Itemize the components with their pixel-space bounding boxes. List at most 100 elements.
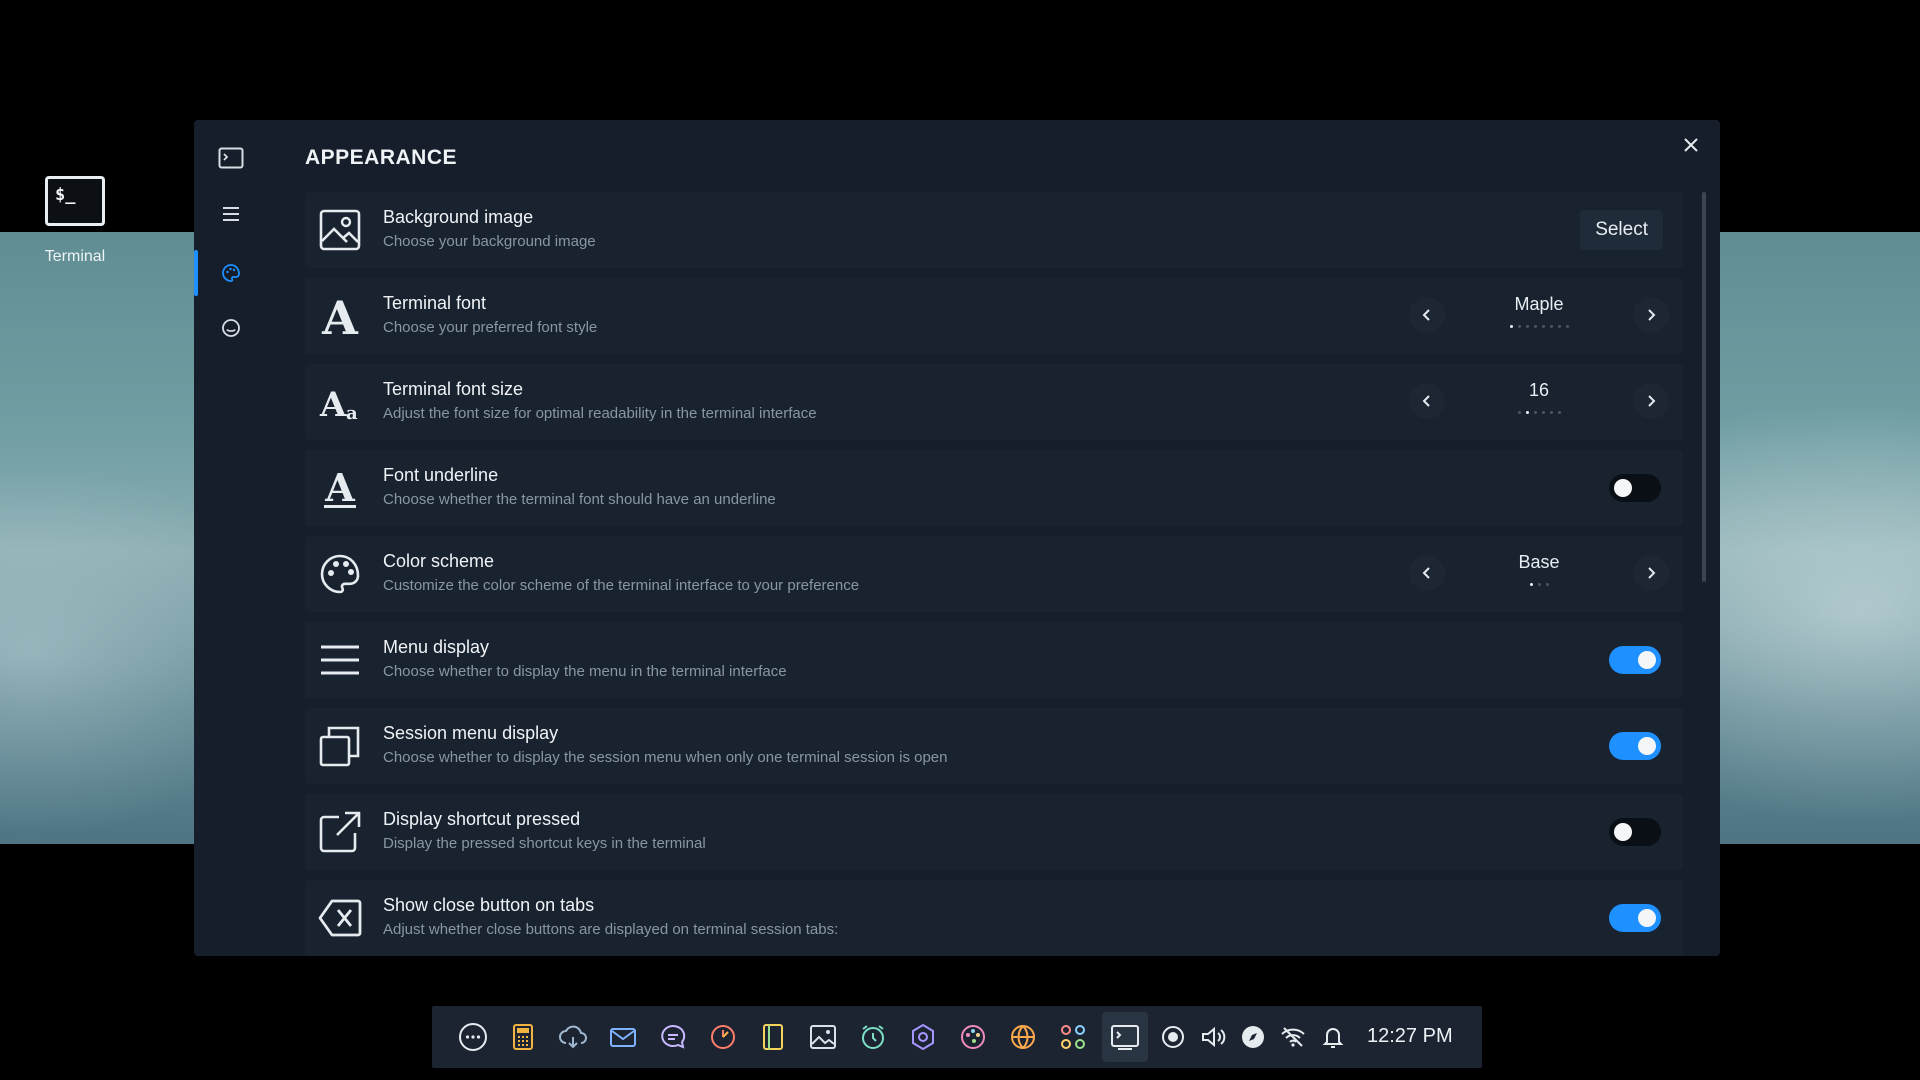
setting-title: Session menu display (383, 723, 559, 743)
setting-menu-display: Menu display Choose whether to display t… (305, 622, 1683, 698)
setting-title: Menu display (383, 637, 490, 657)
setting-terminal-font-size: Aa Terminal font size Adjust the font si… (305, 364, 1683, 440)
setting-display-shortcut: Display shortcut pressed Display the pre… (305, 794, 1683, 870)
mail-icon[interactable] (606, 1020, 640, 1054)
show-close-button-toggle[interactable] (1609, 904, 1661, 932)
calculator-icon[interactable] (506, 1020, 540, 1054)
terminal-icon: $_ (45, 176, 105, 226)
setting-title: Display shortcut pressed (383, 809, 581, 829)
bell-icon[interactable] (1316, 1020, 1350, 1054)
decrease-font-size-button[interactable] (1409, 383, 1445, 419)
font-icon: A (317, 293, 363, 339)
next-font-button[interactable] (1633, 297, 1669, 333)
setting-description: Choose whether the terminal font should … (383, 491, 776, 508)
chevron-left-icon (1422, 395, 1430, 407)
setting-session-menu-display: Session menu display Choose whether to d… (305, 708, 1683, 784)
terminal-icon[interactable] (217, 144, 245, 172)
setting-title: Show close button on tabs (383, 895, 595, 915)
alarm-icon[interactable] (856, 1020, 890, 1054)
setting-description: Adjust the font size for optimal readabi… (383, 405, 817, 422)
notes-icon[interactable] (756, 1020, 790, 1054)
setting-title: Terminal font size (383, 379, 524, 399)
setting-description: Choose whether to display the session me… (383, 749, 948, 766)
font-size-icon: Aa (317, 379, 363, 425)
volume-icon[interactable] (1196, 1020, 1230, 1054)
setting-terminal-font: A Terminal font Choose your preferred fo… (305, 278, 1683, 354)
setting-title: Terminal font (383, 293, 487, 313)
settings-hex-icon[interactable] (906, 1020, 940, 1054)
gallery-icon[interactable] (806, 1020, 840, 1054)
setting-description: Choose your background image (383, 233, 596, 250)
settings-list: Background image Choose your background … (305, 192, 1683, 956)
menu-display-toggle[interactable] (1609, 646, 1661, 674)
svg-text:A: A (319, 385, 347, 424)
color-scheme-picker: Base (1409, 550, 1669, 598)
font-underline-toggle[interactable] (1609, 474, 1661, 502)
chevron-right-icon (1648, 309, 1656, 321)
svg-text:A: A (321, 294, 359, 338)
font-size-value: 16 (1528, 380, 1550, 400)
setting-font-underline: A Font underline Choose whether the term… (305, 450, 1683, 526)
underline-icon: A (317, 465, 363, 511)
smiley-icon[interactable] (217, 314, 245, 342)
font-size-page-dots (1449, 411, 1629, 414)
taskbar-clock[interactable]: 12:27 PM (1367, 1025, 1453, 1048)
font-size-picker: 16 (1409, 378, 1669, 426)
previous-font-button[interactable] (1409, 297, 1445, 333)
settings-sidebar (194, 120, 270, 956)
external-link-icon (317, 809, 363, 855)
chevron-left-icon (1422, 567, 1430, 579)
menu-icon[interactable] (217, 200, 245, 228)
setting-show-close-button: Show close button on tabs Adjust whether… (305, 880, 1683, 956)
launcher-icon[interactable] (456, 1020, 490, 1054)
apps-grid-icon[interactable] (1056, 1020, 1090, 1054)
chat-icon[interactable] (656, 1020, 690, 1054)
palette-icon[interactable] (217, 259, 245, 287)
compass-icon[interactable] (1236, 1020, 1270, 1054)
setting-description: Customize the color scheme of the termin… (383, 577, 860, 594)
taskbar: 12:27 PM (432, 1006, 1482, 1068)
setting-color-scheme: Color scheme Customize the color scheme … (305, 536, 1683, 612)
globe-icon[interactable] (1006, 1020, 1040, 1054)
timer-icon[interactable] (706, 1020, 740, 1054)
font-value: Maple (1514, 294, 1564, 314)
increase-font-size-button[interactable] (1633, 383, 1669, 419)
session-menu-toggle[interactable] (1609, 732, 1661, 760)
setting-description: Choose whether to display the menu in th… (383, 663, 787, 680)
next-scheme-button[interactable] (1633, 555, 1669, 591)
font-picker: Maple (1409, 292, 1669, 340)
cloud-icon[interactable] (556, 1020, 590, 1054)
terminal-icon[interactable] (1108, 1020, 1142, 1054)
svg-text:A: A (324, 466, 355, 510)
windows-icon (317, 723, 363, 769)
settings-scrollbar[interactable] (1702, 192, 1706, 582)
desktop-terminal-shortcut[interactable]: $_ Terminal (34, 176, 116, 276)
select-background-button[interactable]: Select (1580, 210, 1663, 250)
backspace-icon (317, 895, 363, 941)
sidebar-active-indicator (194, 250, 198, 296)
palette-icon[interactable] (956, 1020, 990, 1054)
record-icon[interactable] (1156, 1020, 1190, 1054)
setting-background-image: Background image Choose your background … (305, 192, 1683, 268)
page-title: APPEARANCE (305, 146, 458, 169)
wifi-icon[interactable] (1276, 1020, 1310, 1054)
chevron-right-icon (1648, 395, 1656, 407)
font-page-dots (1449, 325, 1629, 328)
svg-text:a: a (346, 403, 358, 424)
setting-description: Adjust whether close buttons are display… (383, 921, 839, 938)
setting-description: Choose your preferred font style (383, 319, 598, 336)
chevron-left-icon (1422, 309, 1430, 321)
setting-title: Color scheme (383, 551, 495, 571)
image-icon (317, 207, 363, 253)
close-button[interactable] (1676, 130, 1706, 160)
color-scheme-page-dots (1449, 583, 1629, 586)
display-shortcut-toggle[interactable] (1609, 818, 1661, 846)
previous-scheme-button[interactable] (1409, 555, 1445, 591)
color-scheme-value: Base (1518, 552, 1560, 572)
desktop-icon-label: Terminal (44, 248, 106, 265)
chevron-right-icon (1648, 567, 1656, 579)
settings-window: APPEARANCE Background image Choose your … (194, 120, 1720, 956)
palette-icon (317, 551, 363, 597)
setting-description: Display the pressed shortcut keys in the… (383, 835, 706, 852)
setting-title: Background image (383, 207, 534, 227)
